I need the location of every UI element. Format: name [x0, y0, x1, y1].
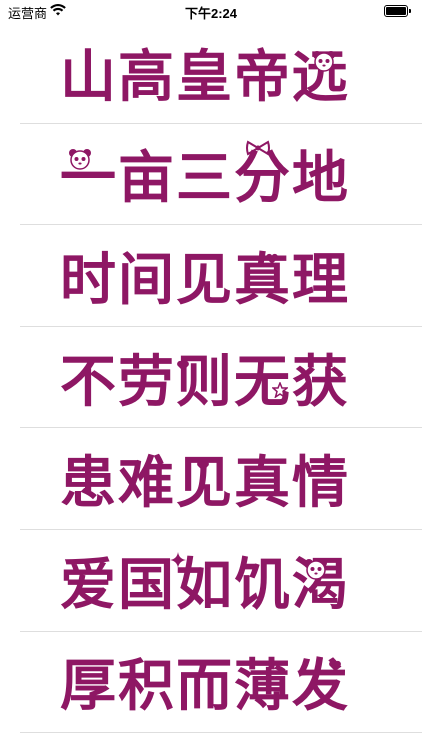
panda-face-icon	[305, 559, 327, 580]
phrase-text: 山高皇帝远	[60, 44, 350, 110]
list-item[interactable]: 厚积而薄发	[20, 632, 422, 734]
list-item[interactable]: 患难见真情	[20, 428, 422, 530]
battery-icon	[384, 5, 411, 17]
list-item[interactable]: 山高皇帝远	[20, 22, 422, 124]
phrase-list[interactable]: 山高皇帝远 一亩三分地 时间见真理 不劳则无获 患难见真情 爱国如饥渴 厚积而薄…	[0, 22, 422, 734]
phrase-text: 不劳则无获	[60, 349, 350, 415]
heart-icon	[266, 253, 278, 264]
phrase-text: 时间见真理	[60, 247, 350, 313]
star-icon	[272, 382, 288, 398]
list-item[interactable]: 一亩三分地	[20, 124, 422, 226]
status-bar: 运营商 下午2:24	[0, 0, 422, 22]
list-item[interactable]: 爱国如饥渴	[20, 530, 422, 632]
phrase-text: 一亩三分地	[60, 146, 350, 212]
list-item[interactable]: 时间见真理	[20, 225, 422, 327]
status-time: 下午2:24	[184, 6, 238, 21]
phrase-text: 患难见真情	[60, 451, 350, 517]
phrase-text: 厚积而薄发	[60, 654, 350, 720]
list-item[interactable]: 不劳则无获	[20, 327, 422, 429]
panda-face-icon	[313, 51, 335, 72]
panda-face-icon	[69, 149, 91, 170]
heart-icon	[197, 460, 209, 471]
sparkle-icon	[170, 552, 186, 568]
bow-icon	[246, 140, 270, 156]
phrase-text: 爱国如饥渴	[60, 552, 350, 618]
heart-icon	[329, 660, 341, 671]
heart-icon	[177, 360, 189, 371]
